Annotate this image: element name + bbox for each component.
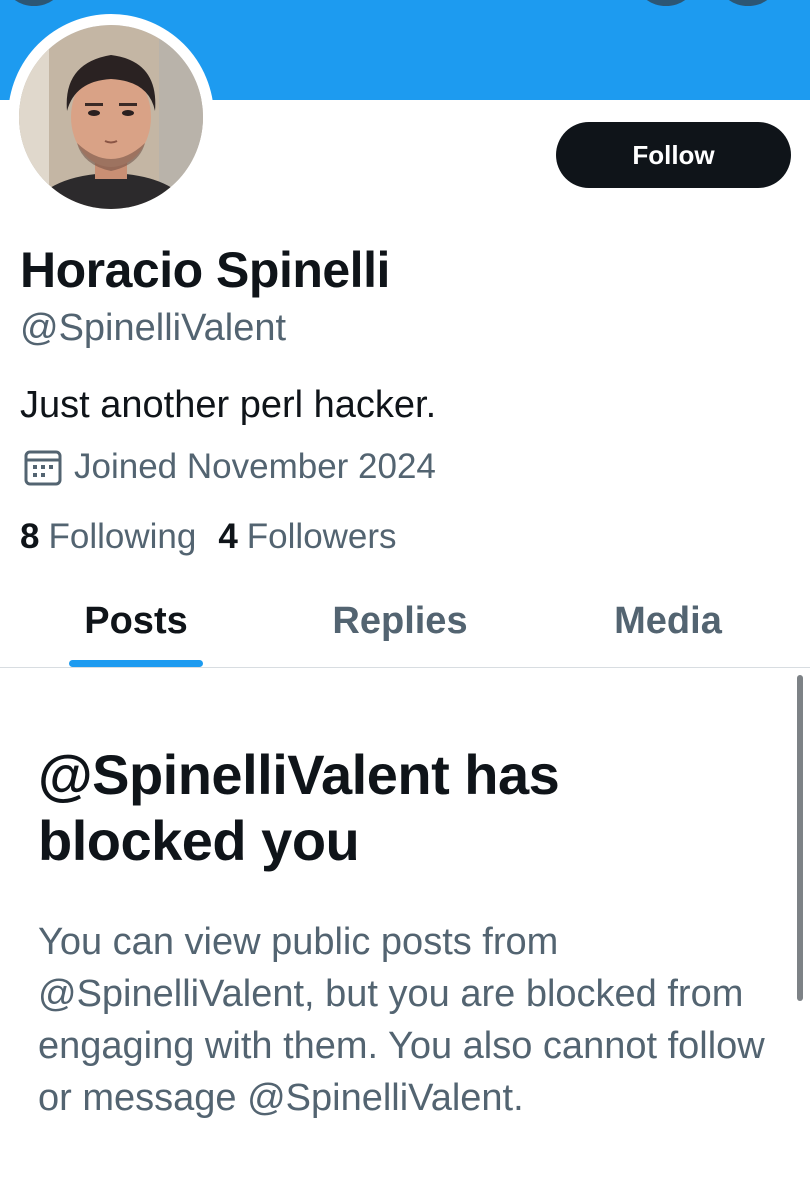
tab-replies-label: Replies (332, 600, 468, 642)
profile-bio: Just another perl hacker. (20, 384, 437, 426)
following-link[interactable]: 8 Following (20, 517, 196, 557)
avatar-image (19, 25, 203, 209)
following-count: 8 (20, 517, 40, 556)
tab-media-label: Media (614, 600, 722, 642)
calendar-icon (24, 450, 62, 486)
joined-text: Joined November 2024 (74, 447, 436, 486)
back-button[interactable] (6, 0, 62, 6)
profile-name: Horacio Spinelli (20, 242, 390, 298)
more-button[interactable] (720, 0, 776, 6)
tab-media[interactable]: Media (568, 590, 768, 668)
active-tab-indicator (69, 660, 203, 667)
tab-posts[interactable]: Posts (36, 590, 236, 668)
following-label: Following (48, 517, 197, 556)
avatar[interactable] (19, 25, 203, 209)
profile-stats: 8 Following 4 Followers (20, 517, 397, 557)
tab-posts-label: Posts (84, 600, 188, 642)
scrollbar[interactable] (797, 675, 803, 1001)
joined-date: Joined November 2024 (22, 446, 436, 488)
profile-handle: @SpinelliValent (20, 307, 287, 349)
profile-tabs: Posts Replies Media (0, 590, 810, 668)
search-button[interactable] (638, 0, 694, 6)
blocked-message: You can view public posts from @Spinelli… (38, 921, 765, 1119)
followers-count: 4 (218, 517, 238, 556)
follow-button[interactable]: Follow (556, 122, 791, 188)
tab-replies[interactable]: Replies (300, 590, 500, 668)
followers-link[interactable]: 4 Followers (218, 517, 396, 557)
followers-label: Followers (246, 517, 397, 556)
blocked-title: @SpinelliValent has blocked you (38, 743, 560, 872)
